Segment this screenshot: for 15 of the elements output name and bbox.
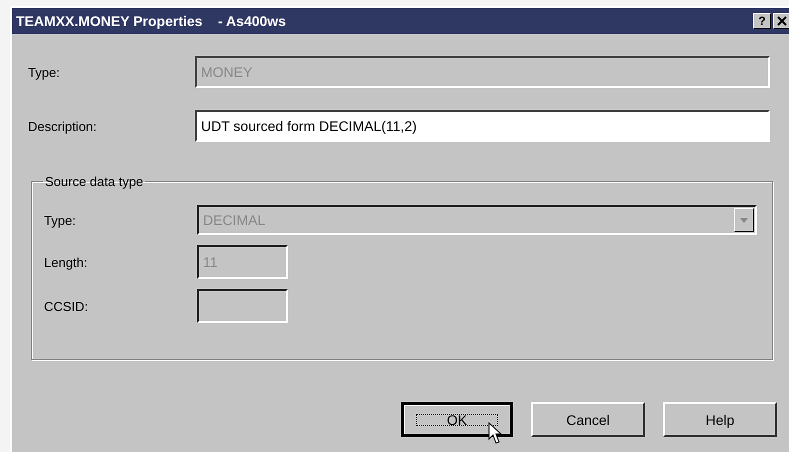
field-label: Type: — [28, 64, 61, 80]
field-label: Description: — [28, 118, 98, 134]
group-legend: Source data type — [43, 174, 146, 189]
dialog-button[interactable]: Cancel — [531, 402, 645, 437]
help-button[interactable]: ? — [753, 13, 771, 29]
text-field[interactable]: UDT sourced form DECIMAL(11,2) — [195, 110, 770, 142]
field-label: Length: — [44, 254, 88, 270]
mouse-pointer-icon — [488, 422, 502, 444]
field-label: CCSID: — [44, 298, 90, 314]
field-label: Type: — [44, 212, 77, 228]
window-title: TEAMXX.MONEY Properties - As400ws — [16, 13, 287, 29]
close-button[interactable] — [773, 13, 789, 29]
close-icon — [777, 16, 787, 26]
caret-icon — [740, 218, 748, 222]
dialog-button[interactable]: Help — [663, 402, 777, 437]
